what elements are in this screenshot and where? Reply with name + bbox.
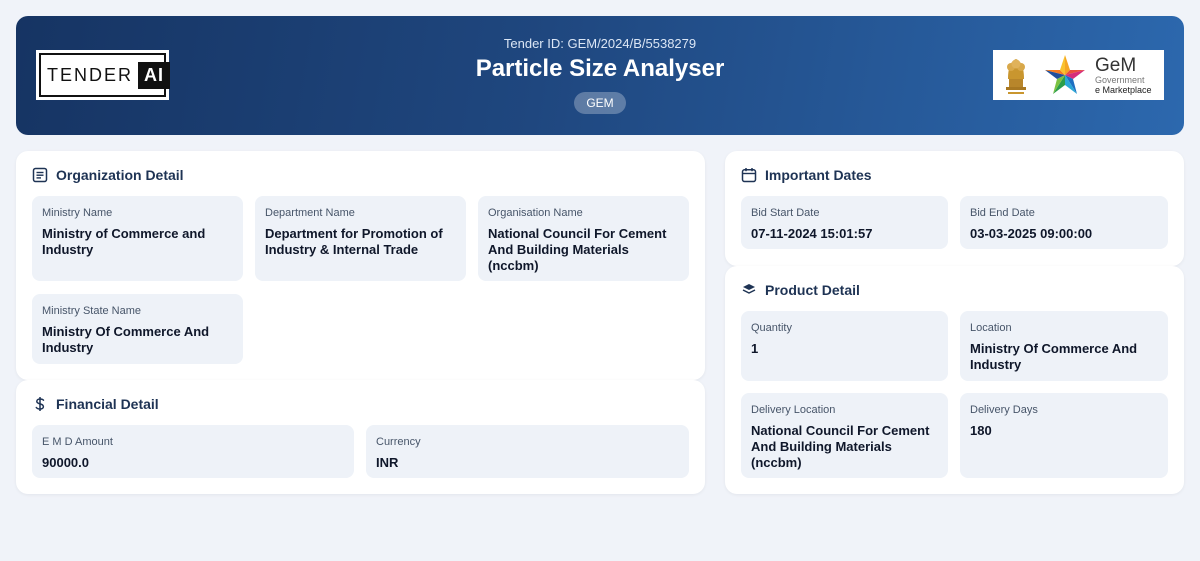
department-name-field: Department Name Department for Promotion… [255, 196, 466, 281]
document-list-icon [32, 167, 48, 183]
field-value: Ministry of Commerce and Industry [42, 226, 206, 257]
field-label: Department Name [265, 207, 355, 219]
financial-detail-card: Financial Detail E M D Amount 90000.0 Cu… [16, 380, 705, 494]
bid-end-date-field: Bid End Date 03-03-2025 09:00:00 [960, 196, 1168, 249]
gem-logo[interactable]: GeM Government e Marketplace [993, 50, 1164, 100]
financial-detail-header: Financial Detail [32, 396, 159, 412]
gem-sub: Government [1095, 74, 1145, 85]
gem-word: GeM [1095, 54, 1137, 76]
field-value: INR [376, 455, 399, 470]
important-dates-card: Important Dates Bid Start Date 07-11-202… [725, 151, 1184, 266]
field-label: E M D Amount [42, 436, 113, 448]
product-detail-header: Product Detail [741, 282, 860, 298]
field-label: Bid End Date [970, 207, 1035, 219]
field-value: Department for Promotion of Industry & I… [265, 226, 443, 257]
gem-text: GeM Government e Marketplace [1095, 56, 1152, 95]
layers-icon [741, 282, 757, 298]
field-value: 1 [751, 341, 759, 356]
field-label: Currency [376, 436, 421, 448]
field-label: Delivery Days [970, 404, 1038, 416]
field-label: Bid Start Date [751, 207, 820, 219]
field-label: Quantity [751, 322, 792, 334]
organization-detail-title: Organization Detail [56, 167, 184, 183]
important-dates-title: Important Dates [765, 167, 872, 183]
ministry-state-name-field: Ministry State Name Ministry Of Commerce… [32, 294, 243, 364]
delivery-location-field: Delivery Location National Council For C… [741, 393, 948, 478]
field-value: 03-03-2025 09:00:00 [970, 226, 1093, 241]
field-label: Delivery Location [751, 404, 836, 416]
gem-sub2: e Marketplace [1095, 84, 1152, 95]
quantity-field: Quantity 1 [741, 311, 948, 381]
ministry-name-field: Ministry Name Ministry of Commerce and I… [32, 196, 243, 281]
field-value: National Council For Cement And Building… [488, 226, 667, 273]
bid-start-date-field: Bid Start Date 07-11-2024 15:01:57 [741, 196, 948, 249]
national-emblem-icon [1006, 59, 1026, 94]
field-value: Ministry Of Commerce And Industry [42, 324, 210, 355]
dollar-icon [32, 396, 48, 412]
product-detail-card: Product Detail Quantity 1 Location Minis… [725, 266, 1184, 494]
currency-field: Currency INR [366, 425, 689, 478]
field-label: Location [970, 322, 1012, 334]
field-value: 180 [970, 423, 992, 438]
gem-star-icon [1045, 55, 1085, 94]
header-banner: TENDER AI Tender ID: GEM/2024/B/5538279 … [16, 16, 1184, 135]
field-label: Ministry Name [42, 207, 113, 219]
field-label: Organisation Name [488, 207, 583, 219]
field-value: 07-11-2024 15:01:57 [751, 226, 873, 241]
organisation-name-field: Organisation Name National Council For C… [478, 196, 689, 281]
financial-detail-title: Financial Detail [56, 396, 159, 412]
organization-detail-header: Organization Detail [32, 167, 184, 183]
source-badge: GEM [574, 92, 626, 114]
calendar-icon [741, 167, 757, 183]
field-value: 90000.0 [42, 455, 89, 470]
location-field: Location Ministry Of Commerce And Indust… [960, 311, 1168, 381]
field-value: Ministry Of Commerce And Industry [970, 341, 1138, 372]
delivery-days-field: Delivery Days 180 [960, 393, 1168, 478]
field-label: Ministry State Name [42, 305, 142, 317]
organization-detail-card: Organization Detail Ministry Name Minist… [16, 151, 705, 380]
tender-id: Tender ID: GEM/2024/B/5538279 [503, 36, 697, 51]
field-value: National Council For Cement And Building… [751, 423, 930, 470]
product-detail-title: Product Detail [765, 282, 860, 298]
emd-amount-field: E M D Amount 90000.0 [32, 425, 354, 478]
important-dates-header: Important Dates [741, 167, 872, 183]
